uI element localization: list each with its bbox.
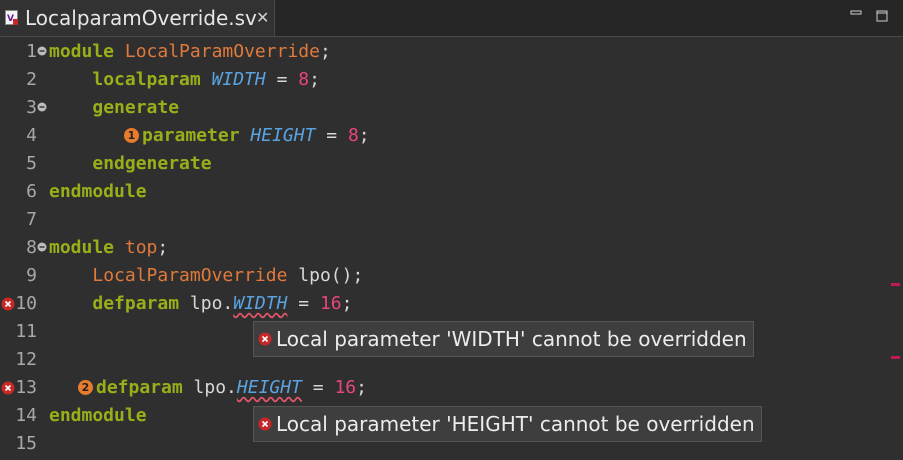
- fold-collapse-icon[interactable]: [37, 46, 47, 56]
- code-line: 1 module LocalParamOverride;: [0, 38, 890, 66]
- editor-tab[interactable]: V LocalparamOverride.sv ✕: [0, 0, 275, 36]
- error-icon: [258, 417, 272, 431]
- fold-collapse-icon[interactable]: [37, 242, 47, 252]
- error-message: Local parameter 'HEIGHT' cannot be overr…: [276, 412, 755, 436]
- error-tooltip-height: Local parameter 'HEIGHT' cannot be overr…: [253, 406, 762, 442]
- code-text: 2 defparam lpo.HEIGHT = 16;: [78, 374, 367, 402]
- code-text: 1 parameter HEIGHT = 8;: [124, 122, 370, 150]
- code-editor[interactable]: 1 module LocalParamOverride; 2 localpara…: [0, 37, 903, 460]
- line-number: 14: [15, 405, 37, 426]
- line-number: 4: [26, 125, 37, 146]
- line-number: 15: [15, 433, 37, 454]
- code-text: endgenerate: [92, 153, 212, 174]
- line-number: 7: [26, 209, 37, 230]
- line-number: 11: [15, 321, 37, 342]
- error-tooltip-width: Local parameter 'WIDTH' cannot be overri…: [253, 321, 754, 357]
- code-text: generate: [92, 97, 180, 118]
- code-line: 10 defparam lpo.WIDTH = 16;: [0, 290, 890, 318]
- code-line: 6 endmodule: [0, 178, 890, 206]
- line-number: 2: [26, 69, 37, 90]
- code-text: LocalParamOverride lpo();: [92, 265, 364, 286]
- code-line: 4 1 parameter HEIGHT = 8;: [0, 122, 890, 150]
- tab-title: LocalparamOverride.sv: [25, 6, 257, 30]
- maximize-icon[interactable]: [876, 10, 888, 22]
- error-message: Local parameter 'WIDTH' cannot be overri…: [276, 327, 747, 351]
- code-text: defparam lpo.WIDTH = 16;: [92, 293, 353, 314]
- code-line: 3 generate: [0, 94, 890, 122]
- minimize-icon[interactable]: [850, 10, 862, 22]
- code-line: 8 module top;: [0, 234, 890, 262]
- code-text: endmodule: [49, 181, 147, 202]
- code-line: 13 2 defparam lpo.HEIGHT = 16;: [0, 374, 890, 402]
- line-number: 1: [26, 41, 37, 62]
- code-text: localparam WIDTH = 8;: [92, 69, 320, 90]
- fold-collapse-icon[interactable]: [37, 102, 47, 112]
- code-line: 7: [0, 206, 890, 234]
- overview-ruler-error-marker[interactable]: [891, 283, 900, 286]
- marker-badge: 1: [124, 128, 139, 143]
- line-number: 5: [26, 153, 37, 174]
- line-number: 12: [15, 349, 37, 370]
- code-text: module LocalParamOverride;: [49, 41, 331, 62]
- line-number: 3: [26, 97, 37, 118]
- svg-text:V: V: [7, 14, 14, 24]
- code-text: endmodule: [49, 405, 147, 426]
- line-number: 6: [26, 181, 37, 202]
- line-number: 8: [26, 237, 37, 258]
- overview-ruler-error-marker[interactable]: [891, 356, 900, 359]
- systemverilog-file-icon: V: [5, 10, 18, 25]
- marker-badge: 2: [78, 380, 93, 395]
- line-number: 10: [15, 293, 37, 314]
- line-number: 13: [15, 377, 37, 398]
- code-line: 5 endgenerate: [0, 150, 890, 178]
- code-text: module top;: [49, 237, 169, 258]
- code-line: 2 localparam WIDTH = 8;: [0, 66, 890, 94]
- editor-tab-bar: V LocalparamOverride.sv ✕: [0, 0, 903, 37]
- error-icon: [258, 332, 272, 346]
- code-line: 9 LocalParamOverride lpo();: [0, 262, 890, 290]
- line-number: 9: [26, 265, 37, 286]
- close-tab-button[interactable]: ✕: [256, 8, 269, 27]
